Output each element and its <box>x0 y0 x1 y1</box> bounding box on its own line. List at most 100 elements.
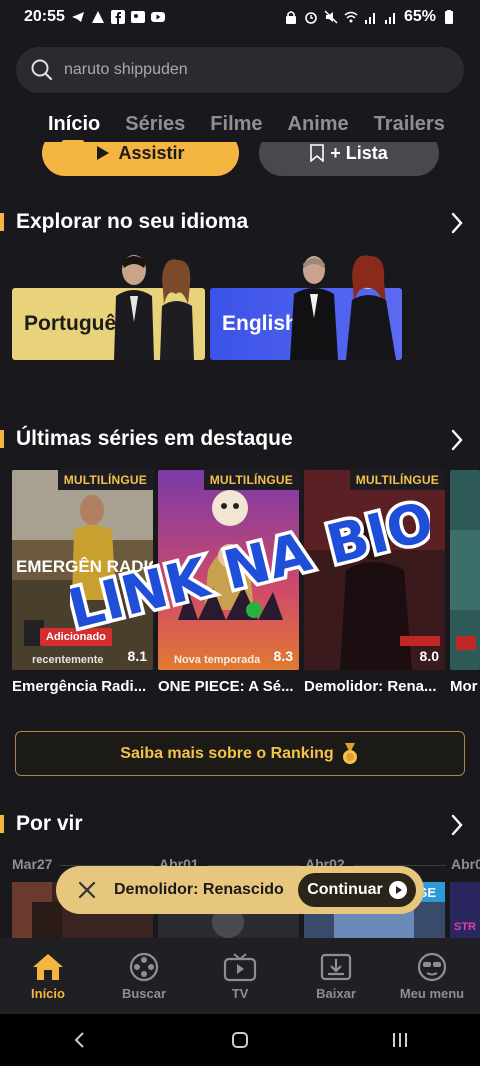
nav-tv[interactable]: TV <box>192 938 288 1014</box>
back-icon[interactable] <box>70 1030 90 1050</box>
upcoming-card-4[interactable]: STR <box>450 882 480 938</box>
mute-icon <box>324 10 338 24</box>
download-icon <box>320 953 352 980</box>
poster-card-3[interactable]: MULTILÍNGUE 8.0 <box>304 470 445 670</box>
status-time: 20:55 <box>24 8 65 25</box>
nav-inicio[interactable]: Início <box>0 938 96 1014</box>
featured-section-header[interactable]: Últimas séries em destaque <box>0 423 480 455</box>
youtube-icon <box>150 12 165 22</box>
multilingual-badge-3: MULTILÍNGUE <box>349 470 445 490</box>
continue-label: Continuar <box>307 881 383 898</box>
actors-image-2 <box>290 255 396 360</box>
watch-label: Assistir <box>118 142 185 163</box>
add-list-label: + Lista <box>330 142 388 163</box>
search-bar[interactable] <box>16 47 464 93</box>
section-accent-bar <box>0 213 4 231</box>
poster-title[interactable]: Emergência Radi... <box>12 678 153 695</box>
chevron-right-icon-3[interactable] <box>450 814 464 836</box>
battery-icon <box>445 10 453 24</box>
poster-image-4 <box>450 470 480 670</box>
continue-watching-toast[interactable]: Demolidor: Renascido Continuar <box>56 866 424 914</box>
upcoming-art-text: STR <box>454 921 476 933</box>
close-icon[interactable] <box>78 881 96 899</box>
tv-icon <box>223 952 257 981</box>
tab-series[interactable]: Séries <box>125 113 185 136</box>
signal-icon <box>364 13 375 24</box>
added-tag: Adicionado <box>40 628 112 646</box>
nav-label-tv: TV <box>231 985 249 1001</box>
telegram-icon <box>71 12 84 22</box>
signal-icon-2 <box>384 13 395 24</box>
nav-buscar[interactable]: Buscar <box>96 938 192 1014</box>
wifi-icon <box>344 11 358 23</box>
bookmark-icon <box>310 144 325 162</box>
watch-button[interactable]: Assistir <box>42 142 239 176</box>
facebook-icon <box>110 10 125 24</box>
poster-card-4[interactable] <box>450 470 480 670</box>
multilingual-badge-2: MULTILÍNGUE <box>203 470 299 490</box>
date-label-4: Abr0 <box>451 856 480 872</box>
recents-icon[interactable] <box>390 1030 410 1050</box>
tab-trailers[interactable]: Trailers <box>374 113 445 136</box>
rating-badge-2: 8.3 <box>273 648 293 664</box>
alert-icon <box>91 11 104 23</box>
tab-inicio[interactable]: Início <box>48 113 100 144</box>
lock-icon <box>285 11 296 24</box>
poster-title-3[interactable]: Demolidor: Rena... <box>304 678 445 695</box>
poster-title-art: EMERGÊN RADIC <box>16 557 153 576</box>
tab-filme[interactable]: Filme <box>210 113 262 136</box>
poster-image-2 <box>158 470 299 670</box>
poster-image-3 <box>304 470 445 670</box>
hero-actions: Assistir + Lista <box>0 142 480 178</box>
new-season-tag: Nova temporada <box>174 654 261 666</box>
poster-title-4[interactable]: Mor <box>450 678 480 695</box>
poster-title-2[interactable]: ONE PIECE: A Sé... <box>158 678 299 695</box>
explore-section-header[interactable]: Explorar no seu idioma <box>0 206 480 238</box>
chevron-right-icon[interactable] <box>450 212 464 234</box>
battery-percent: 65% <box>403 8 436 25</box>
profile-sunglasses-icon <box>417 952 447 981</box>
add-list-button[interactable]: + Lista <box>259 142 439 176</box>
search-input[interactable] <box>64 61 444 79</box>
featured-carousel: EMERGÊN RADIC MULTILÍNGUE Adicionado rec… <box>12 470 480 700</box>
chevron-right-icon-2[interactable] <box>450 429 464 451</box>
ranking-button[interactable]: Saiba mais sobre o Ranking <box>15 731 465 776</box>
featured-title: Últimas séries em destaque <box>16 427 293 450</box>
actors-image <box>114 255 194 360</box>
system-navigation-bar <box>0 1014 480 1066</box>
home-icon <box>33 953 63 980</box>
rating-badge: 8.1 <box>127 648 147 664</box>
toast-title: Demolidor: Renascido <box>114 881 284 898</box>
play-circle-icon <box>388 881 407 899</box>
poster-card[interactable]: EMERGÊN RADIC MULTILÍNGUE Adicionado rec… <box>12 470 153 670</box>
recently-tag: recentemente <box>32 654 104 666</box>
language-card-portugues[interactable]: Português <box>12 252 205 360</box>
nav-label-inicio: Início <box>31 985 65 1001</box>
search-icon <box>31 59 53 81</box>
rating-badge-3: 8.0 <box>419 648 439 664</box>
play-icon <box>97 146 110 160</box>
nav-meu-menu[interactable]: Meu menu <box>384 938 480 1014</box>
category-tabs: Início Séries Filme Anime Trailers <box>0 104 480 144</box>
language-card-english[interactable]: English <box>210 252 402 360</box>
upcoming-image-4: STR <box>450 882 480 938</box>
app-screen: 20:55 65% Início Séries Filme Anime Trai… <box>0 0 480 1066</box>
poster-card-2[interactable]: MULTILÍNGUE Nova temporada 8.3 <box>158 470 299 670</box>
bottom-navigation: Início Buscar TV Baixar Meu menu <box>0 938 480 1014</box>
upcoming-section-header[interactable]: Por vir <box>0 808 480 840</box>
home-button-icon[interactable] <box>230 1030 250 1050</box>
ranking-label: Saiba mais sobre o Ranking <box>120 744 334 762</box>
nav-label-baixar: Baixar <box>316 985 356 1001</box>
date-label: Mar27 <box>12 856 53 872</box>
multilingual-badge: MULTILÍNGUE <box>57 470 153 490</box>
medal-icon <box>342 742 357 764</box>
nav-label-buscar: Buscar <box>121 985 167 1001</box>
nav-label-meu-menu: Meu menu <box>399 985 465 1001</box>
explore-title: Explorar no seu idioma <box>16 210 249 233</box>
tab-anime[interactable]: Anime <box>288 113 349 136</box>
photo-icon <box>130 11 145 23</box>
nav-baixar[interactable]: Baixar <box>288 938 384 1014</box>
film-reel-icon <box>129 952 159 981</box>
section-accent-bar-2 <box>0 430 4 448</box>
continue-button[interactable]: Continuar <box>298 873 416 907</box>
